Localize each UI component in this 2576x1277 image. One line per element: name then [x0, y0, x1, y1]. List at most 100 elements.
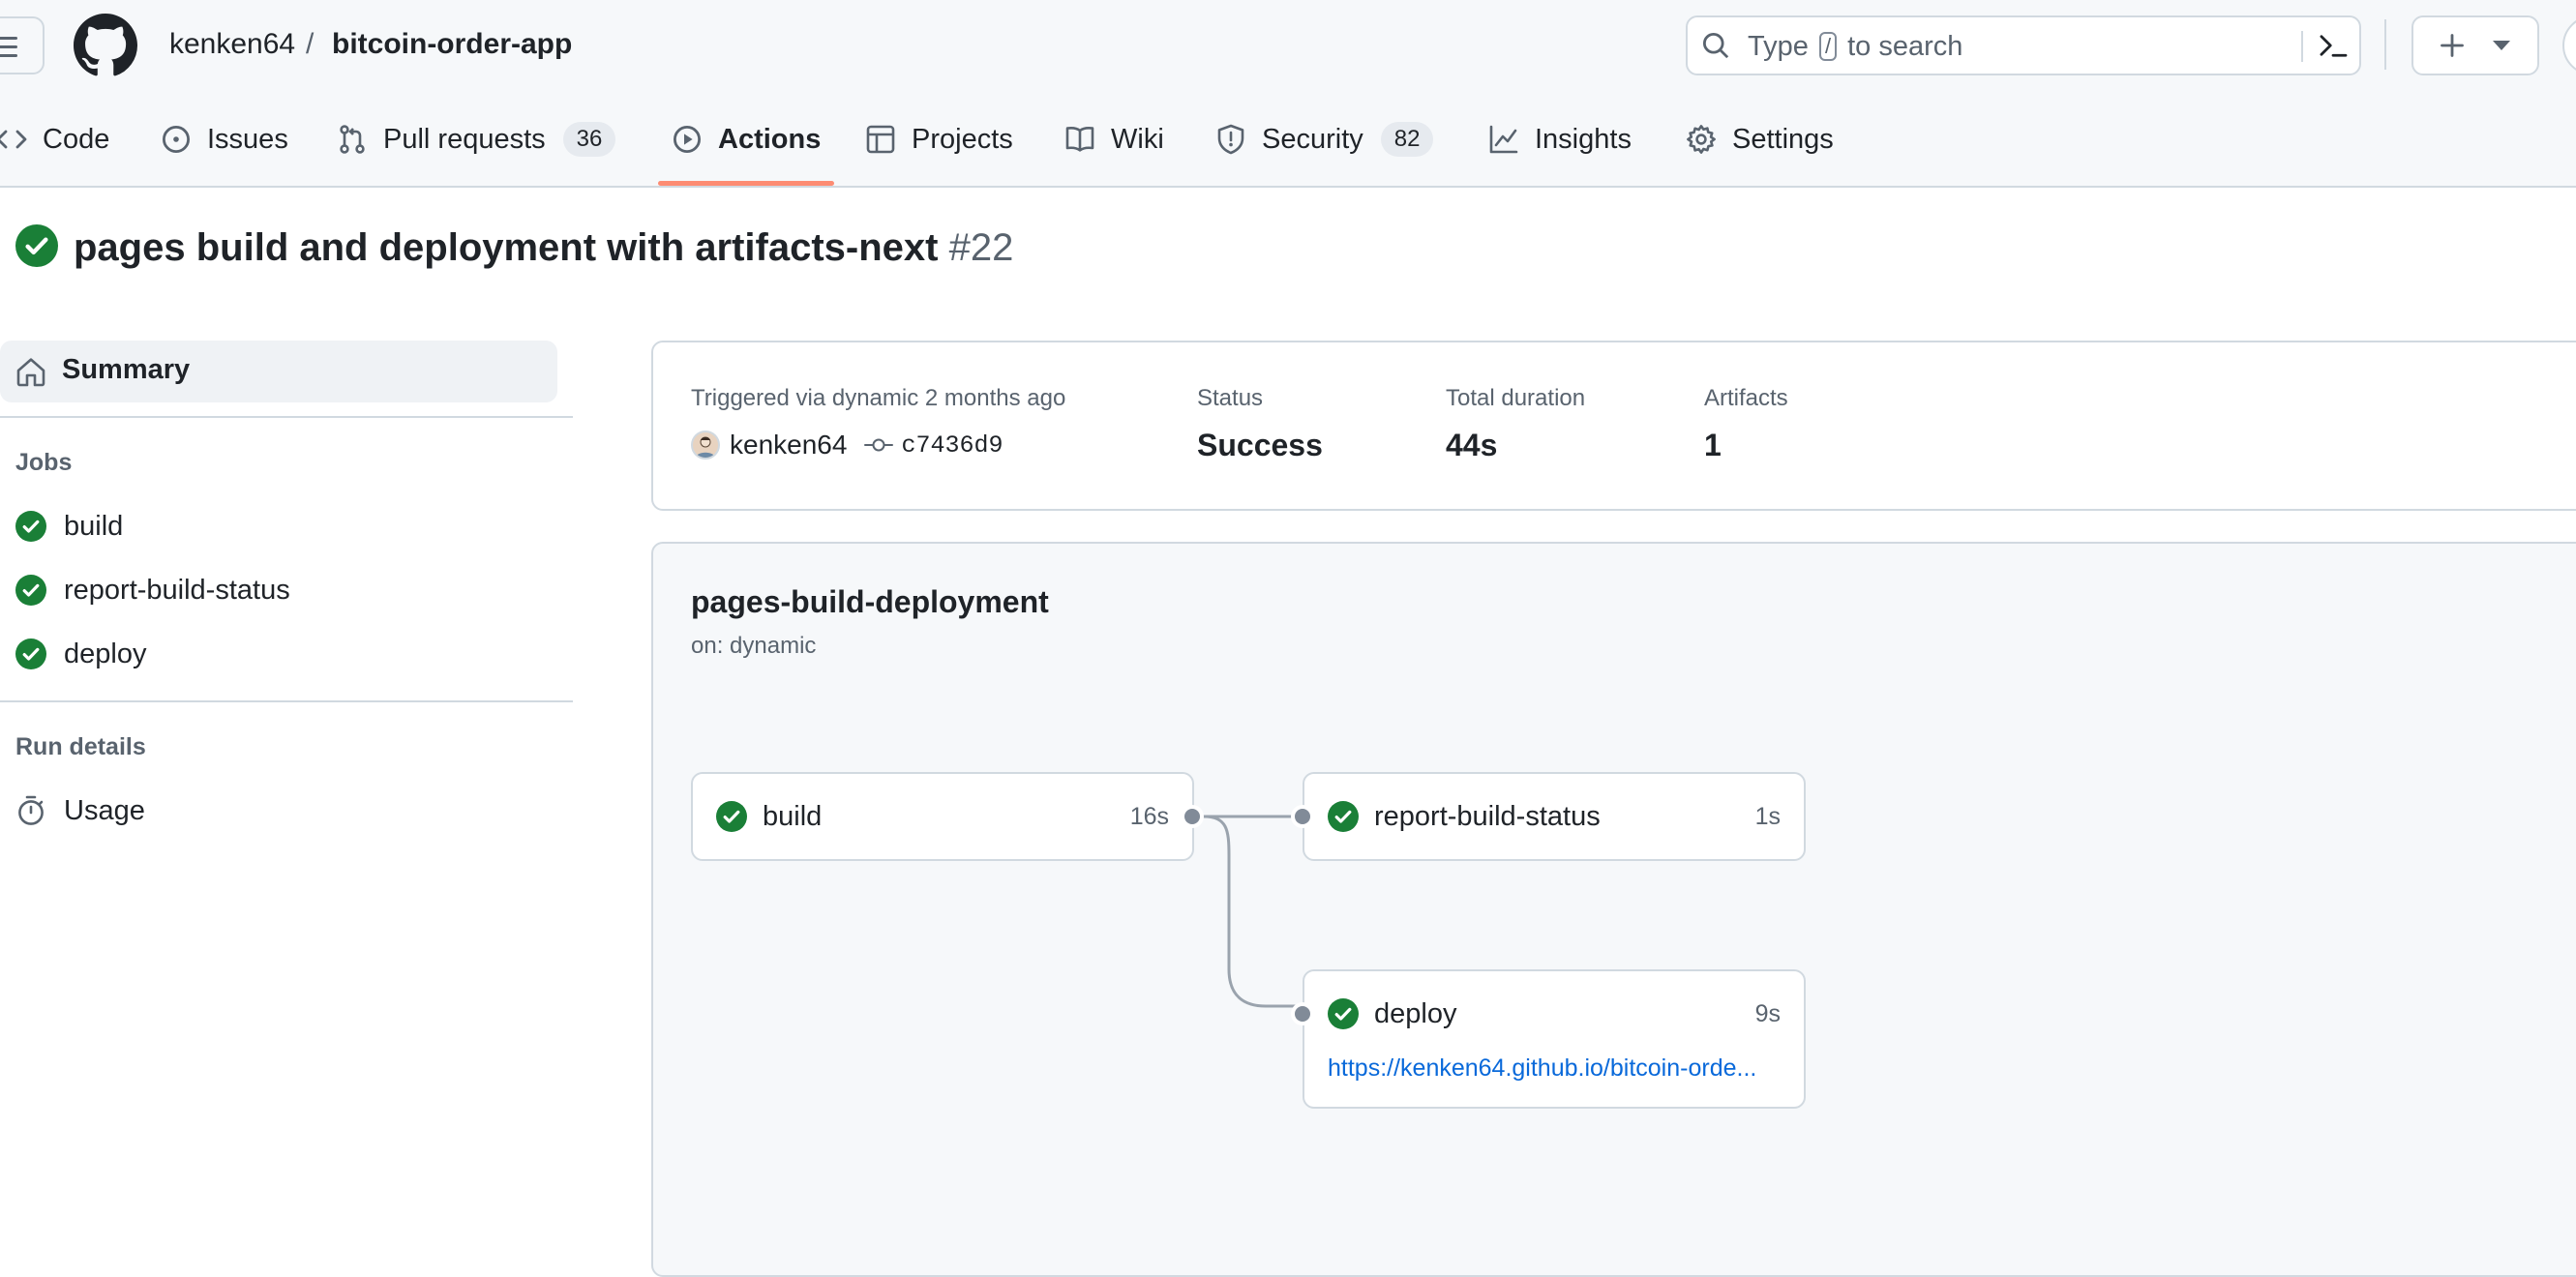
success-check-icon	[716, 801, 747, 832]
job-name: report-build-status	[1374, 800, 1601, 832]
tab-wiki[interactable]: Wiki	[1064, 114, 1164, 164]
code-icon	[0, 124, 27, 155]
breadcrumb-owner-link[interactable]: kenken64	[169, 25, 295, 64]
job-card-report-build-status[interactable]: report-build-status 1s	[1303, 772, 1806, 861]
pull-request-icon	[337, 124, 368, 155]
hamburger-icon	[0, 37, 17, 40]
tab-projects-label: Projects	[912, 123, 1013, 155]
success-check-icon	[15, 575, 46, 606]
table-icon	[865, 124, 896, 155]
sidebar-item-job-report-build-status[interactable]: report-build-status	[15, 569, 290, 611]
tab-actions[interactable]: Actions	[672, 114, 821, 164]
hamburger-menu-button[interactable]	[0, 16, 45, 74]
shield-icon	[1215, 124, 1246, 155]
create-new-button[interactable]	[2411, 15, 2539, 75]
deployment-url-link[interactable]: https://kenken64.github.io/bitcoin-orde.…	[1328, 1054, 1782, 1083]
play-icon	[672, 124, 703, 155]
sidebar-job-label: report-build-status	[64, 574, 290, 606]
search-placeholder-prefix: Type	[1748, 31, 1809, 62]
tab-actions-label: Actions	[718, 123, 822, 155]
success-check-icon	[15, 511, 46, 542]
sidebar-jobs-heading: Jobs	[15, 449, 73, 476]
stopwatch-icon	[15, 795, 46, 826]
sidebar-usage-label: Usage	[64, 794, 145, 826]
success-check-icon	[15, 224, 58, 267]
duration-label: Total duration	[1446, 385, 1586, 411]
job-input-dot	[1295, 1006, 1310, 1022]
triangle-down-icon	[2493, 41, 2510, 50]
job-name: build	[763, 800, 823, 832]
tab-insights[interactable]: Insights	[1488, 114, 1632, 164]
job-duration: 1s	[1754, 802, 1781, 830]
pull-requests-count-badge: 36	[562, 122, 616, 157]
sidebar-run-details-heading: Run details	[15, 733, 146, 760]
tab-pull-requests[interactable]: Pull requests 36	[337, 114, 616, 164]
search-divider	[2301, 31, 2303, 62]
sidebar-item-summary[interactable]: Summary	[0, 341, 557, 402]
job-duration: 9s	[1754, 999, 1781, 1027]
success-check-icon	[1328, 801, 1359, 832]
workflow-trigger: on: dynamic	[691, 633, 817, 659]
tab-settings-label: Settings	[1732, 123, 1834, 155]
sidebar-item-usage[interactable]: Usage	[15, 789, 145, 832]
avatar[interactable]	[691, 431, 720, 460]
sidebar-item-job-build[interactable]: build	[15, 505, 123, 548]
tab-security[interactable]: Security 82	[1215, 114, 1434, 164]
job-card-deploy[interactable]: deploy 9s https://kenken64.github.io/bit…	[1303, 969, 1806, 1109]
tab-insights-label: Insights	[1535, 123, 1632, 155]
job-duration: 16s	[1129, 802, 1169, 830]
artifacts-label: Artifacts	[1704, 385, 1788, 411]
run-number: #22	[948, 226, 1014, 269]
tab-wiki-label: Wiki	[1111, 123, 1164, 155]
job-name: deploy	[1374, 997, 1457, 1029]
breadcrumb-repo-link[interactable]: bitcoin-order-app	[332, 25, 572, 64]
sidebar-summary-label: Summary	[62, 354, 191, 385]
workflow-name: pages-build-deployment	[691, 584, 1049, 619]
artifacts-value[interactable]: 1	[1704, 428, 1722, 463]
trigger-label: Triggered via dynamic 2 months ago	[691, 385, 1066, 411]
tab-settings[interactable]: Settings	[1686, 114, 1834, 164]
search-input[interactable]: Type / to search	[1686, 15, 2361, 75]
run-summary-card	[651, 341, 2576, 511]
home-icon	[15, 356, 46, 387]
actor-link[interactable]: kenken64	[730, 430, 847, 460]
book-icon	[1064, 124, 1095, 155]
hamburger-line	[0, 45, 17, 48]
command-palette-icon[interactable]	[2319, 33, 2348, 58]
job-input-dot	[1295, 809, 1310, 824]
search-shortcut-key: /	[1818, 32, 1838, 61]
search-icon	[1701, 31, 1730, 60]
header-divider	[2384, 19, 2386, 70]
security-count-badge: 82	[1380, 122, 1434, 157]
sidebar-job-label: build	[64, 510, 124, 542]
tab-pull-requests-label: Pull requests	[383, 123, 546, 155]
sidebar-item-job-deploy[interactable]: deploy	[15, 633, 146, 675]
page-title: pages build and deployment with artifact…	[74, 223, 1013, 273]
tab-code[interactable]: Code	[0, 114, 109, 164]
success-check-icon	[1328, 998, 1359, 1029]
sidebar-job-label: deploy	[64, 638, 147, 669]
github-logo-icon[interactable]	[74, 14, 137, 77]
trigger-actor: kenken64 c7436d9	[691, 430, 1003, 460]
duration-value: 44s	[1446, 428, 1498, 462]
status-value: Success	[1197, 428, 1323, 462]
job-card-build[interactable]: build 16s	[691, 772, 1194, 861]
tab-projects[interactable]: Projects	[865, 114, 1013, 164]
git-commit-icon	[864, 437, 894, 453]
gear-icon	[1686, 124, 1717, 155]
issue-icon	[161, 124, 192, 155]
graph-icon	[1488, 124, 1519, 155]
workflow-graph-panel	[651, 542, 2576, 1277]
active-tab-indicator	[658, 181, 834, 186]
hamburger-line	[0, 54, 17, 57]
job-connector-lines	[1192, 815, 1304, 1008]
tab-issues[interactable]: Issues	[161, 114, 288, 164]
sidebar-divider	[0, 416, 573, 418]
breadcrumb-separator: /	[306, 28, 315, 60]
commit-sha: c7436d9	[901, 431, 1003, 460]
success-check-icon	[15, 638, 46, 669]
search-placeholder-suffix: to search	[1847, 31, 1963, 62]
commit-link[interactable]: c7436d9	[864, 431, 1003, 460]
sidebar-divider	[0, 700, 573, 702]
search-placeholder: Type / to search	[1748, 29, 1962, 64]
